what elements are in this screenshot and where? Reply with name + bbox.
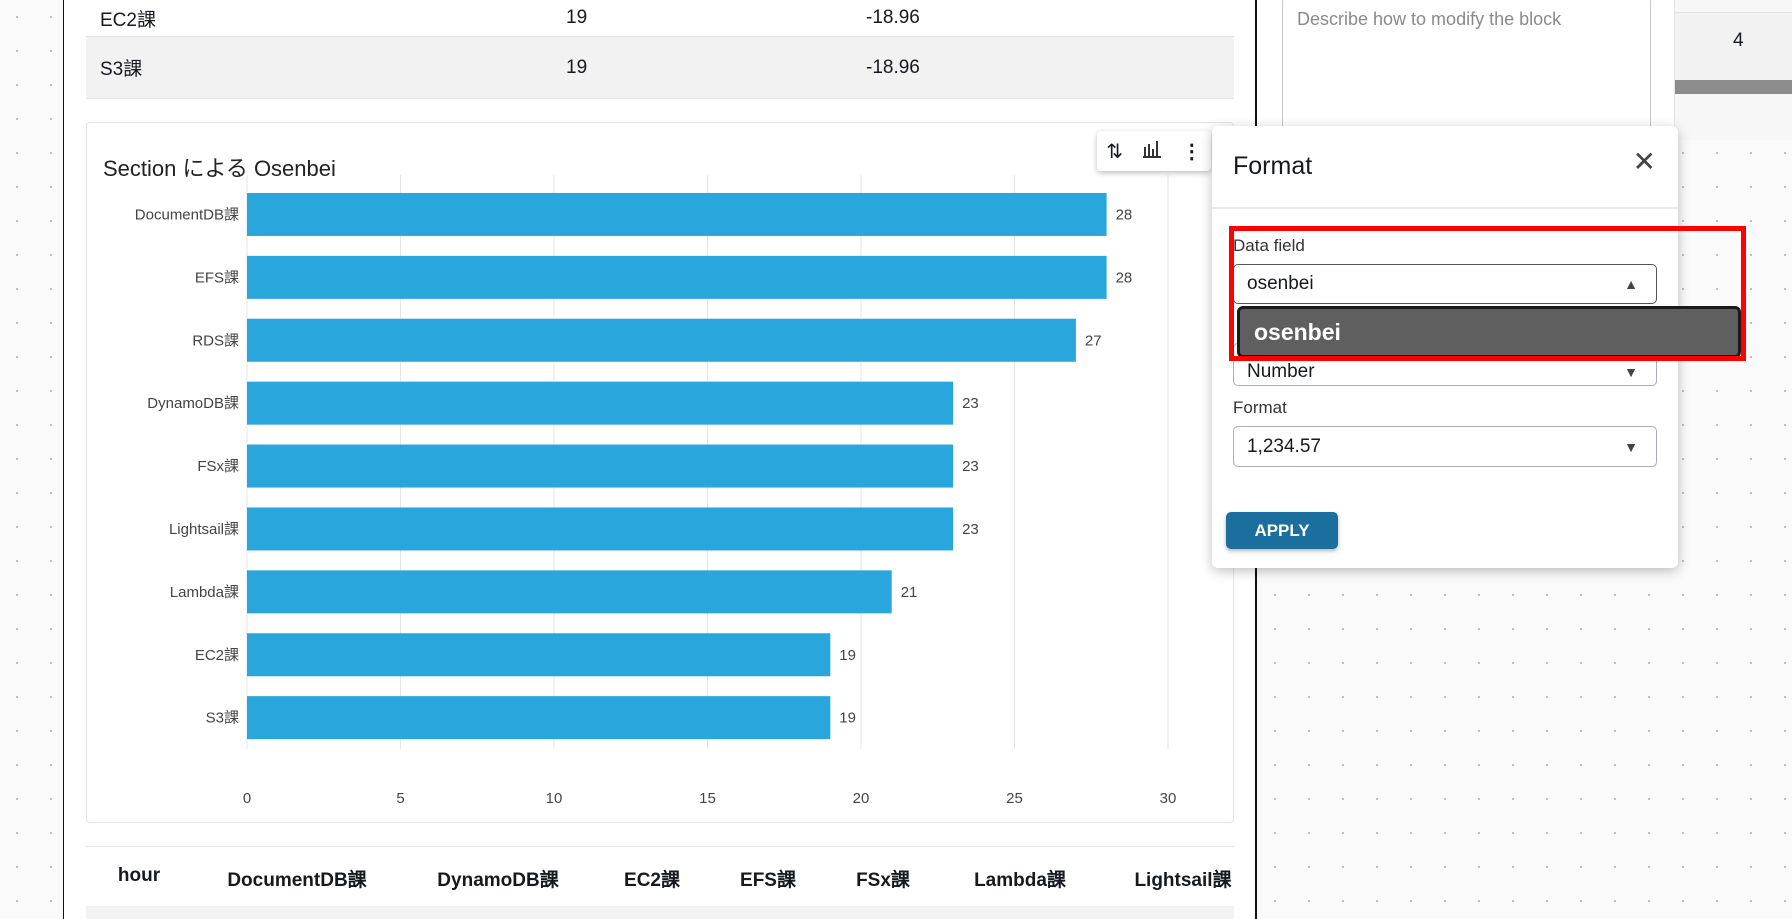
chart-card: Section による Osenbei 0 5 10 15 20 25 30 Document… bbox=[86, 122, 1234, 823]
bar bbox=[247, 381, 954, 425]
data-label: 19 bbox=[839, 647, 856, 664]
y-tick-label: DynamoDB課 bbox=[147, 395, 239, 412]
y-tick-label: S3課 bbox=[206, 710, 239, 727]
y-tick-label: FSx課 bbox=[197, 458, 239, 475]
data-label: 28 bbox=[1116, 206, 1133, 223]
column-header[interactable]: EFS課 bbox=[740, 865, 796, 892]
x-tick-label: 5 bbox=[396, 790, 404, 807]
column-header[interactable]: Lightsail課 bbox=[1134, 865, 1231, 892]
format-label: Format bbox=[1233, 398, 1287, 417]
bar bbox=[247, 318, 1076, 362]
side-table: 4 bbox=[1674, 0, 1792, 140]
cell-diff: -18.96 bbox=[866, 7, 920, 28]
bar bbox=[247, 633, 831, 677]
bar bbox=[247, 507, 954, 551]
y-tick-label: EFS課 bbox=[195, 269, 239, 286]
chevron-down-icon: ▼ bbox=[1624, 438, 1638, 455]
data-label: 23 bbox=[962, 458, 979, 475]
chart-toolbar: ⇅ ⋮ bbox=[1097, 131, 1211, 171]
format-select[interactable]: 1,234.57 ▼ bbox=[1233, 426, 1657, 467]
chevron-down-icon: ▼ bbox=[1624, 364, 1638, 380]
apply-button[interactable]: APPLY bbox=[1226, 512, 1338, 549]
data-label: 21 bbox=[901, 584, 918, 601]
column-header[interactable]: EC2課 bbox=[624, 865, 680, 892]
bar bbox=[247, 255, 1107, 299]
cell-value: 19 bbox=[566, 56, 588, 78]
table-row: S3課 19 -18.96 bbox=[86, 37, 1234, 99]
scrollbar[interactable] bbox=[1675, 80, 1792, 94]
y-tick-label: EC2課 bbox=[195, 647, 239, 664]
bar bbox=[247, 192, 1107, 236]
bar bbox=[247, 444, 954, 488]
data-label: 23 bbox=[962, 395, 979, 412]
x-tick-label: 0 bbox=[243, 790, 251, 807]
bar bbox=[247, 570, 892, 614]
highlight-box bbox=[1229, 226, 1746, 361]
x-tick-label: 20 bbox=[853, 790, 870, 807]
data-label: 28 bbox=[1116, 269, 1133, 286]
cell-section: EC2課 bbox=[100, 9, 156, 31]
cell-value: 19 bbox=[566, 7, 588, 28]
x-tick-label: 25 bbox=[1006, 790, 1023, 807]
x-tick-label: 15 bbox=[699, 790, 716, 807]
y-tick-label: Lambda課 bbox=[170, 584, 239, 601]
y-tick-label: Lightsail課 bbox=[169, 521, 239, 538]
side-value: 4 bbox=[1733, 30, 1744, 51]
close-icon[interactable]: ✕ bbox=[1633, 148, 1656, 176]
data-label: 27 bbox=[1085, 332, 1102, 349]
column-header[interactable]: FSx課 bbox=[856, 865, 910, 892]
column-header[interactable]: Lambda課 bbox=[974, 865, 1066, 892]
y-tick-label: DocumentDB課 bbox=[135, 206, 239, 223]
format-value: 1,234.57 bbox=[1247, 435, 1321, 457]
table-row: EC2課 19 -18.96 bbox=[86, 0, 1234, 37]
cell-diff: -18.96 bbox=[866, 56, 920, 78]
bottom-table-header: hour DocumentDB課 DynamoDB課 EC2課 EFS課 FSx… bbox=[86, 846, 1234, 919]
column-header[interactable]: DocumentDB課 bbox=[227, 865, 366, 892]
cell-section: S3課 bbox=[100, 59, 143, 80]
data-label: 23 bbox=[962, 521, 979, 538]
type-value: Number bbox=[1247, 360, 1315, 382]
bar bbox=[247, 696, 831, 740]
data-label: 19 bbox=[839, 710, 856, 727]
modify-block-input[interactable]: Describe how to modify the block bbox=[1282, 0, 1651, 131]
column-header[interactable]: DynamoDB課 bbox=[437, 865, 558, 892]
column-header[interactable]: hour bbox=[118, 865, 160, 887]
table-row bbox=[86, 906, 1234, 919]
x-tick-label: 30 bbox=[1160, 790, 1177, 807]
more-vertical-icon[interactable]: ⋮ bbox=[1182, 139, 1202, 164]
chart-type-icon[interactable] bbox=[1141, 138, 1163, 164]
sort-icon[interactable]: ⇅ bbox=[1106, 139, 1123, 164]
x-tick-label: 10 bbox=[546, 790, 563, 807]
bar-chart: 0 5 10 15 20 25 30 DocumentDB課 28 EFS課 28 RDS課 27 Dyn… bbox=[135, 175, 1177, 807]
format-panel-title: Format bbox=[1233, 152, 1313, 180]
y-tick-label: RDS課 bbox=[192, 332, 239, 349]
